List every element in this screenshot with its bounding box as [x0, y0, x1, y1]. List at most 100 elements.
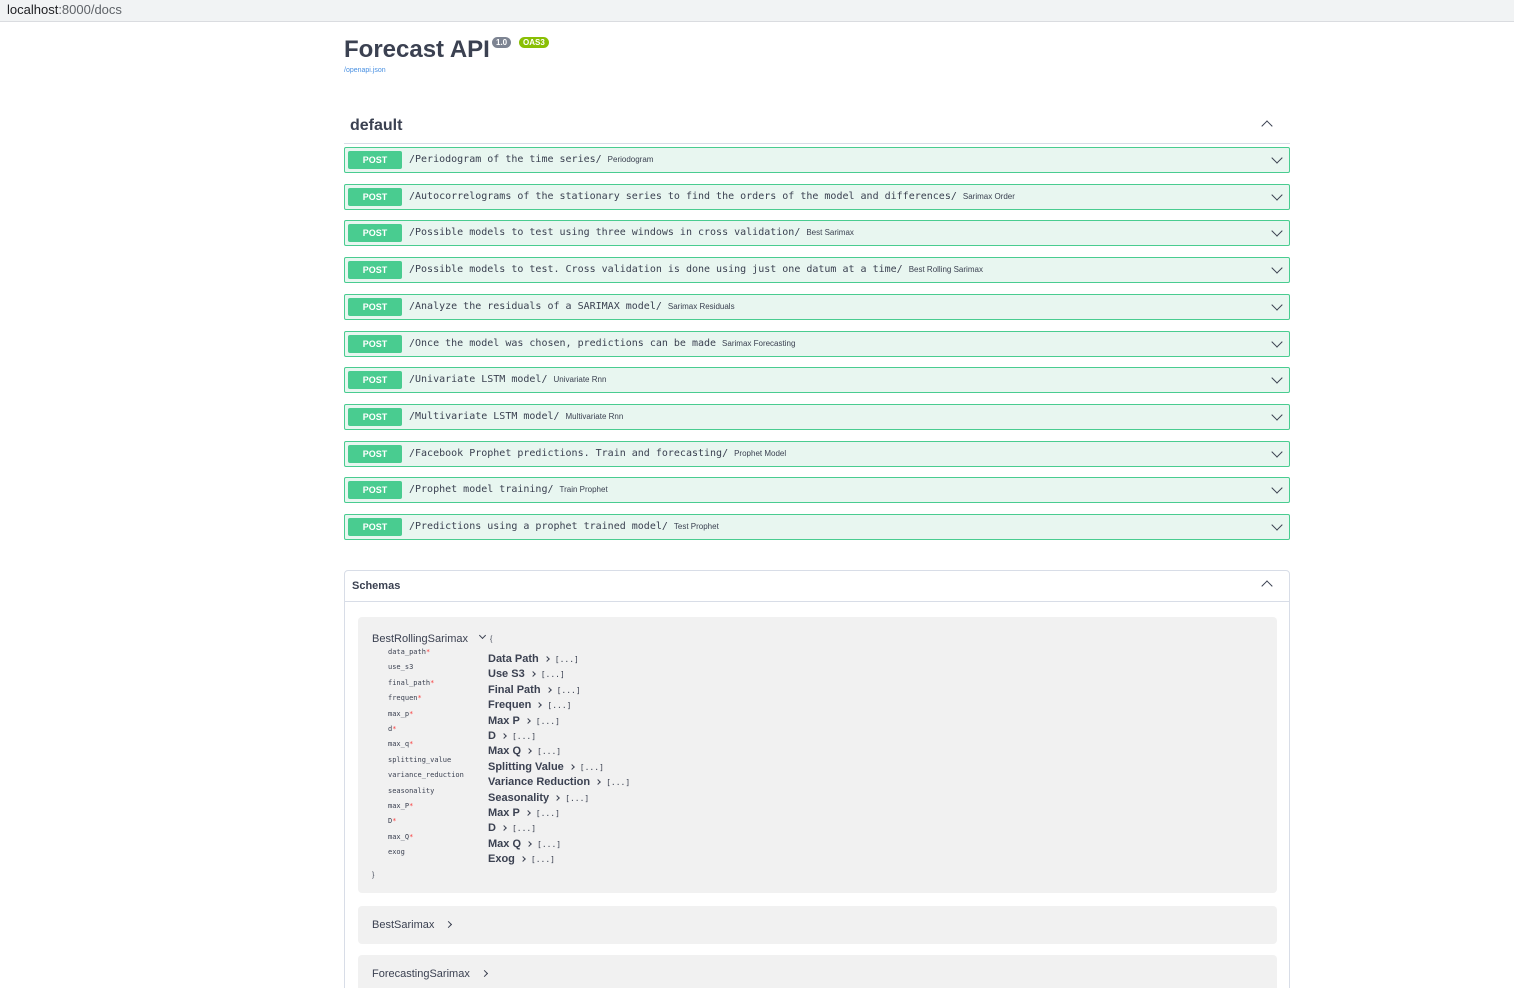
- operation-path: /Once the model was chosen, predictions …: [409, 337, 796, 349]
- method-badge: POST: [348, 151, 402, 169]
- property-type[interactable]: Data Path [...]: [488, 653, 579, 665]
- property-name: frequen*: [388, 694, 422, 703]
- expand-arrow-icon[interactable]: [501, 733, 507, 739]
- expand-chevron-icon[interactable]: [1271, 299, 1283, 311]
- collapsed-ellipsis[interactable]: [...]: [512, 732, 536, 741]
- property-type[interactable]: Frequen [...]: [488, 699, 572, 711]
- collapsed-ellipsis[interactable]: [...]: [555, 655, 579, 664]
- collapsed-ellipsis[interactable]: [...]: [536, 717, 560, 726]
- property-name: d*: [388, 725, 397, 733]
- model-name[interactable]: ForecastingSarimax: [372, 968, 488, 980]
- expand-chevron-icon[interactable]: [1271, 152, 1283, 164]
- brace-close: }: [372, 872, 375, 879]
- expand-arrow-icon[interactable]: [568, 763, 575, 770]
- method-badge: POST: [348, 297, 402, 316]
- expand-arrow-icon[interactable]: [526, 748, 532, 755]
- operation-post[interactable]: POST/Facebook Prophet predictions. Train…: [344, 440, 1290, 467]
- property-type[interactable]: Max P [...]: [488, 715, 560, 727]
- property-name: final_path*: [388, 678, 435, 687]
- required-marker: *: [392, 725, 397, 733]
- collapsed-ellipsis[interactable]: [...]: [606, 778, 630, 787]
- collapsed-ellipsis[interactable]: [...]: [536, 809, 560, 818]
- property-type[interactable]: Variance Reduction [...]: [488, 776, 630, 788]
- operation-post[interactable]: POST/Autocorrelograms of the stationary …: [344, 183, 1290, 210]
- expand-arrow-icon[interactable]: [536, 702, 543, 709]
- expand-arrow-icon[interactable]: [520, 856, 526, 863]
- collapsed-ellipsis[interactable]: [...]: [547, 701, 571, 710]
- property-type[interactable]: Exog [...]: [488, 853, 555, 865]
- model-name[interactable]: BestSarimax: [372, 919, 453, 931]
- property-name: use_s3: [388, 663, 414, 672]
- expand-arrow-icon[interactable]: [445, 920, 453, 929]
- expand-arrow-icon[interactable]: [501, 825, 507, 832]
- collapsed-ellipsis[interactable]: [...]: [565, 794, 589, 803]
- expand-arrow-icon[interactable]: [524, 810, 531, 816]
- expand-chevron-icon[interactable]: [1271, 482, 1283, 494]
- operation-post[interactable]: POST/Periodogram of the time series/Peri…: [344, 147, 1290, 173]
- operation-summary: Sarimax Forecasting: [722, 338, 796, 348]
- expand-arrow-icon[interactable]: [545, 686, 552, 693]
- expand-chevron-icon[interactable]: [1271, 189, 1283, 201]
- schemas-collapse-chevron-icon[interactable]: [1261, 580, 1273, 592]
- property-type[interactable]: Max Q [...]: [488, 745, 561, 757]
- property-type[interactable]: Seasonality [...]: [488, 792, 589, 804]
- model-box-collapsed[interactable]: BestSarimax: [358, 906, 1277, 944]
- operation-post[interactable]: POST/Possible models to test. Cross vali…: [344, 257, 1290, 284]
- operation-post[interactable]: POST/Multivariate LSTM model/Multivariat…: [344, 403, 1290, 430]
- collapsed-ellipsis[interactable]: [...]: [541, 670, 565, 679]
- expand-chevron-icon[interactable]: [1271, 409, 1283, 421]
- operation-post[interactable]: POST/Once the model was chosen, predicti…: [344, 330, 1290, 357]
- collapse-chevron-icon[interactable]: [1261, 120, 1273, 132]
- property-name: max_P*: [388, 802, 414, 810]
- property-type[interactable]: Splitting Value [...]: [488, 761, 604, 773]
- property-type[interactable]: D [...]: [488, 822, 536, 834]
- operation-path: /Prophet model training/Train Prophet: [409, 484, 608, 496]
- expand-chevron-icon[interactable]: [1271, 262, 1283, 274]
- expand-arrow-icon[interactable]: [595, 779, 601, 786]
- operation-post[interactable]: POST/Possible models to test using three…: [344, 220, 1290, 247]
- method-badge: POST: [348, 407, 402, 426]
- model-expand-toggle-icon[interactable]: [478, 631, 487, 640]
- collapsed-ellipsis[interactable]: [...]: [537, 747, 561, 756]
- property-type[interactable]: D [...]: [488, 730, 536, 742]
- expand-arrow-icon[interactable]: [526, 840, 532, 847]
- property-type[interactable]: Max P [...]: [488, 807, 560, 819]
- expand-arrow-icon[interactable]: [554, 794, 560, 801]
- expand-chevron-icon[interactable]: [1271, 519, 1283, 531]
- property-type[interactable]: Final Path [...]: [488, 684, 581, 696]
- method-badge: POST: [348, 224, 402, 243]
- expand-arrow-icon[interactable]: [524, 717, 531, 724]
- browser-address-bar[interactable]: localhost:8000/docs: [0, 0, 1514, 22]
- schemas-header[interactable]: Schemas: [345, 571, 1289, 602]
- property-type[interactable]: Max Q [...]: [488, 838, 561, 850]
- required-marker: *: [417, 694, 422, 703]
- collapsed-ellipsis[interactable]: [...]: [557, 686, 581, 695]
- operation-path: /Autocorrelograms of the stationary seri…: [409, 190, 1015, 202]
- operation-summary: Best Rolling Sarimax: [908, 265, 983, 275]
- expand-chevron-icon[interactable]: [1271, 372, 1283, 384]
- model-box-expanded: BestRollingSarimax { data_path* Data Path…: [358, 617, 1277, 893]
- operation-summary: Sarimax Order: [962, 191, 1015, 201]
- expand-arrow-icon[interactable]: [480, 969, 488, 978]
- property-type[interactable]: Use S3 [...]: [488, 668, 565, 680]
- operation-post[interactable]: POST/Analyze the residuals of a SARIMAX …: [344, 293, 1290, 320]
- expand-arrow-icon[interactable]: [543, 656, 550, 662]
- collapsed-ellipsis[interactable]: [...]: [580, 763, 604, 772]
- tag-section-default[interactable]: default: [344, 112, 1290, 144]
- operation-post[interactable]: POST/Prophet model training/Train Prophe…: [344, 477, 1290, 504]
- openapi-json-link[interactable]: /openapi.json: [344, 67, 386, 74]
- url-text[interactable]: localhost:8000/docs: [7, 2, 122, 17]
- collapsed-ellipsis[interactable]: [...]: [531, 855, 555, 864]
- operation-post[interactable]: POST/Predictions using a prophet trained…: [344, 514, 1290, 540]
- expand-chevron-icon[interactable]: [1271, 445, 1283, 458]
- operation-post[interactable]: POST/Univariate LSTM model/Univariate Rn…: [344, 367, 1290, 394]
- collapsed-ellipsis[interactable]: [...]: [512, 824, 536, 833]
- property-name: data_path*: [388, 648, 431, 656]
- expand-arrow-icon[interactable]: [529, 671, 536, 678]
- expand-chevron-icon[interactable]: [1271, 225, 1283, 238]
- expand-chevron-icon[interactable]: [1271, 335, 1283, 348]
- method-badge: POST: [348, 444, 402, 463]
- model-name[interactable]: BestRollingSarimax: [372, 633, 468, 645]
- model-box-collapsed[interactable]: ForecastingSarimax: [358, 955, 1277, 988]
- collapsed-ellipsis[interactable]: [...]: [537, 840, 561, 849]
